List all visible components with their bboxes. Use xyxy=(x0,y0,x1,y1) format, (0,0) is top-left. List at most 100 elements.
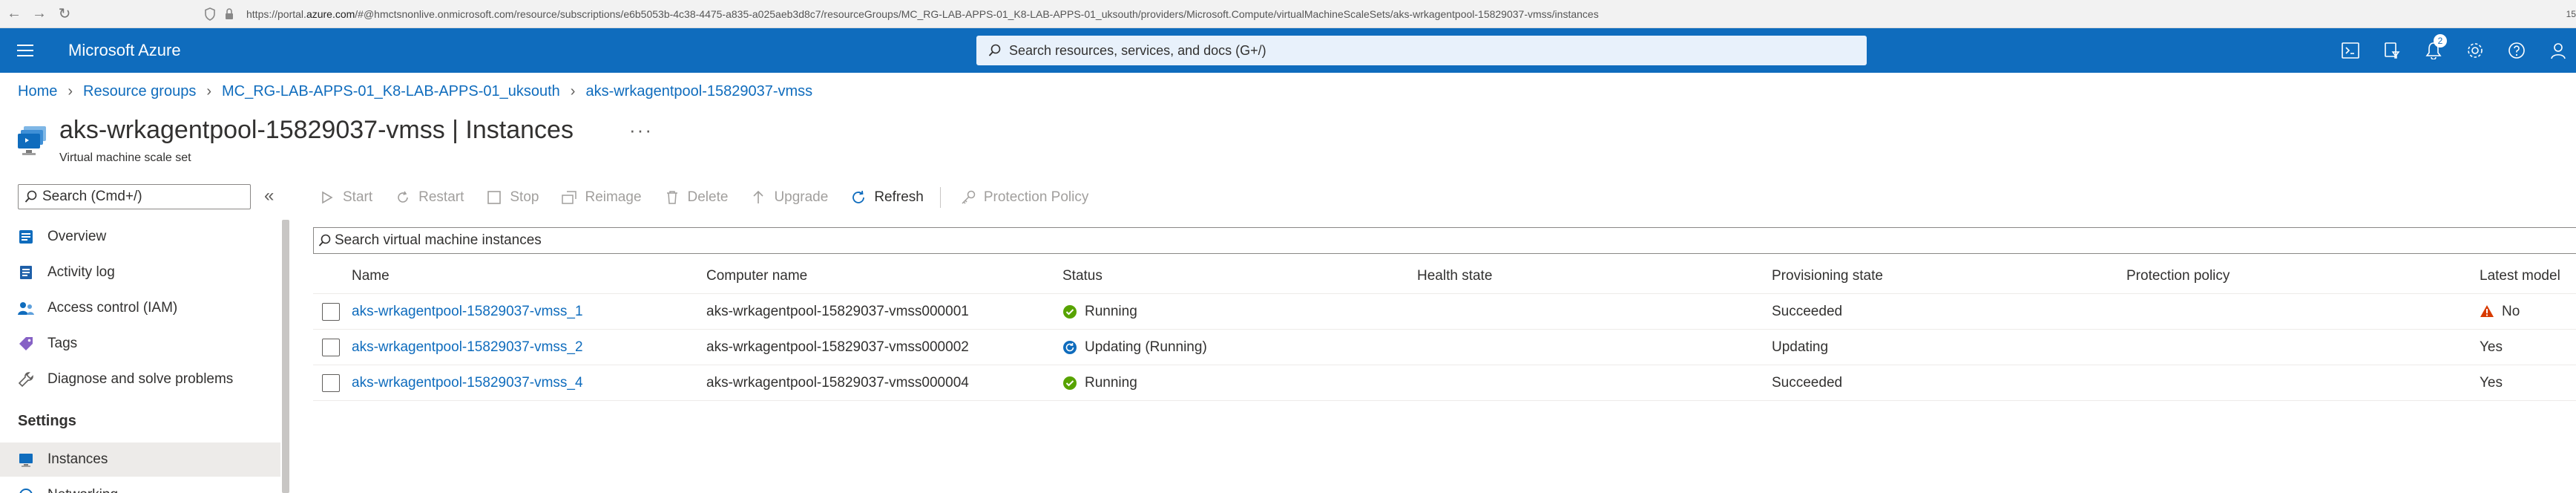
cloud-shell-icon[interactable] xyxy=(2330,28,2371,73)
row-checkbox[interactable] xyxy=(322,303,340,321)
latest-model-text: No xyxy=(2502,304,2520,319)
column-header-provisioning-state[interactable]: Provisioning state xyxy=(1772,258,1883,294)
breadcrumb-resource-group[interactable]: MC_RG-LAB-APPS-01_K8-LAB-APPS-01_uksouth xyxy=(222,83,560,100)
more-options-button[interactable]: ··· xyxy=(629,119,653,142)
column-header-protection-policy[interactable]: Protection policy xyxy=(2126,258,2230,294)
latest-model-text: Yes xyxy=(2480,339,2503,355)
table-row: aks-wrkagentpool-15829037-vmss_2 aks-wrk… xyxy=(313,330,2576,365)
trash-icon xyxy=(663,188,682,207)
hamburger-menu-icon[interactable] xyxy=(10,36,40,65)
lock-icon xyxy=(220,4,239,24)
table-row: aks-wrkagentpool-15829037-vmss_4 aks-wrk… xyxy=(313,365,2576,401)
breadcrumb: Home › Resource groups › MC_RG-LAB-APPS-… xyxy=(18,83,812,100)
sidebar-item-diagnose[interactable]: Diagnose and solve problems xyxy=(0,362,280,396)
provisioning-state: Succeeded xyxy=(1772,375,1843,391)
protection-policy-label: Protection Policy xyxy=(983,189,1089,205)
brand-title[interactable]: Microsoft Azure xyxy=(68,41,181,60)
notification-badge: 2 xyxy=(2434,34,2447,48)
chevron-right-icon: › xyxy=(570,83,576,99)
status-cell: Running xyxy=(1062,294,1137,330)
global-search-placeholder: Search resources, services, and docs (G+… xyxy=(1009,42,1266,58)
instance-name-link[interactable]: aks-wrkagentpool-15829037-vmss_4 xyxy=(352,365,583,401)
start-button[interactable]: Start xyxy=(318,188,372,207)
reimage-label: Reimage xyxy=(585,189,642,205)
sidebar-search-placeholder: Search (Cmd+/) xyxy=(42,189,142,204)
delete-label: Delete xyxy=(687,189,729,205)
instance-name-link[interactable]: aks-wrkagentpool-15829037-vmss_1 xyxy=(352,294,583,330)
sidebar-item-overview[interactable]: Overview xyxy=(0,220,280,254)
browser-bar: ← → ↻ https://portal.azure.com/#@hmctsno… xyxy=(0,0,2576,28)
row-checkbox[interactable] xyxy=(322,339,340,356)
networking-icon xyxy=(16,486,36,493)
sidebar-item-tags[interactable]: Tags xyxy=(0,327,280,361)
status-cell: Updating (Running) xyxy=(1062,330,1207,365)
upgrade-button[interactable]: Upgrade xyxy=(749,188,828,207)
column-header-computer-name[interactable]: Computer name xyxy=(706,258,807,294)
page-subtitle: Virtual machine scale set xyxy=(59,151,191,164)
address-bar[interactable]: https://portal.azure.com/#@hmctsnonlive.… xyxy=(200,4,1599,24)
search-icon xyxy=(984,39,1006,62)
back-icon[interactable]: ← xyxy=(4,4,24,24)
sidebar-item-label: Diagnose and solve problems xyxy=(47,371,234,387)
notifications-icon[interactable]: 2 xyxy=(2413,28,2454,73)
page-title: aks-wrkagentpool-15829037-vmss | Instanc… xyxy=(59,116,574,144)
refresh-icon xyxy=(849,188,868,207)
sidebar-item-label: Activity log xyxy=(47,264,115,280)
column-header-status[interactable]: Status xyxy=(1062,258,1103,294)
latest-model-cell: No xyxy=(2480,294,2520,330)
instances-search-placeholder: Search virtual machine instances xyxy=(335,232,542,248)
overview-icon xyxy=(16,227,36,246)
wrench-icon xyxy=(16,370,36,389)
latest-model-text: Yes xyxy=(2480,375,2503,391)
reimage-icon xyxy=(559,188,579,207)
check-circle-icon xyxy=(1062,376,1077,391)
warning-icon xyxy=(2480,304,2494,319)
refresh-button[interactable]: Refresh xyxy=(849,188,924,207)
protection-policy-button[interactable]: Protection Policy xyxy=(959,188,1089,207)
row-checkbox[interactable] xyxy=(322,374,340,392)
sidebar-item-iam[interactable]: Access control (IAM) xyxy=(0,291,280,325)
reimage-button[interactable]: Reimage xyxy=(559,188,642,207)
column-header-name[interactable]: Name xyxy=(352,258,390,294)
vmss-resource-icon xyxy=(16,123,52,159)
key-icon xyxy=(959,188,978,207)
play-icon xyxy=(318,188,337,207)
settings-gear-icon[interactable] xyxy=(2454,28,2496,73)
forward-icon[interactable]: → xyxy=(30,4,49,24)
refresh-label: Refresh xyxy=(874,189,924,205)
updating-icon xyxy=(1062,340,1077,355)
global-search-input[interactable]: Search resources, services, and docs (G+… xyxy=(976,36,1867,65)
browser-right-text: 15 xyxy=(2566,9,2576,19)
provisioning-state: Succeeded xyxy=(1772,304,1843,319)
collapse-sidebar-button[interactable]: « xyxy=(264,186,274,206)
restart-icon xyxy=(393,188,413,207)
sidebar-item-label: Instances xyxy=(47,451,108,467)
command-toolbar: Start Restart Stop Reimage Delete Upgrad… xyxy=(318,184,1109,211)
sidebar-item-label: Overview xyxy=(47,229,107,244)
help-icon[interactable] xyxy=(2496,28,2537,73)
table-row: aks-wrkagentpool-15829037-vmss_1 aks-wrk… xyxy=(313,294,2576,330)
restart-button[interactable]: Restart xyxy=(393,188,464,207)
instances-search-input[interactable]: Search virtual machine instances xyxy=(313,227,2576,254)
breadcrumb-resource-groups[interactable]: Resource groups xyxy=(83,83,196,100)
check-circle-icon xyxy=(1062,304,1077,319)
column-header-health-state[interactable]: Health state xyxy=(1417,258,1492,294)
delete-button[interactable]: Delete xyxy=(663,188,729,207)
breadcrumb-vmss[interactable]: aks-wrkagentpool-15829037-vmss xyxy=(585,83,812,100)
sidebar-item-instances[interactable]: Instances xyxy=(0,443,280,477)
table-header-row: Name Computer name Status Health state P… xyxy=(313,258,2576,294)
column-header-latest-model[interactable]: Latest model xyxy=(2480,258,2560,294)
sidebar-item-label: Networking xyxy=(47,487,118,493)
reload-icon[interactable]: ↻ xyxy=(55,4,74,24)
azure-topbar: Microsoft Azure Search resources, servic… xyxy=(0,28,2576,73)
sidebar-search-input[interactable]: Search (Cmd+/) xyxy=(18,184,251,209)
account-icon[interactable] xyxy=(2537,28,2576,73)
sidebar-item-activity-log[interactable]: Activity log xyxy=(0,255,280,290)
tag-icon xyxy=(16,334,36,353)
sidebar-item-networking[interactable]: Networking xyxy=(0,478,280,493)
directory-filter-icon[interactable] xyxy=(2371,28,2413,73)
breadcrumb-home[interactable]: Home xyxy=(18,83,57,100)
stop-button[interactable]: Stop xyxy=(484,188,539,207)
instance-name-link[interactable]: aks-wrkagentpool-15829037-vmss_2 xyxy=(352,330,583,365)
sidebar-scrollbar[interactable] xyxy=(282,220,289,493)
